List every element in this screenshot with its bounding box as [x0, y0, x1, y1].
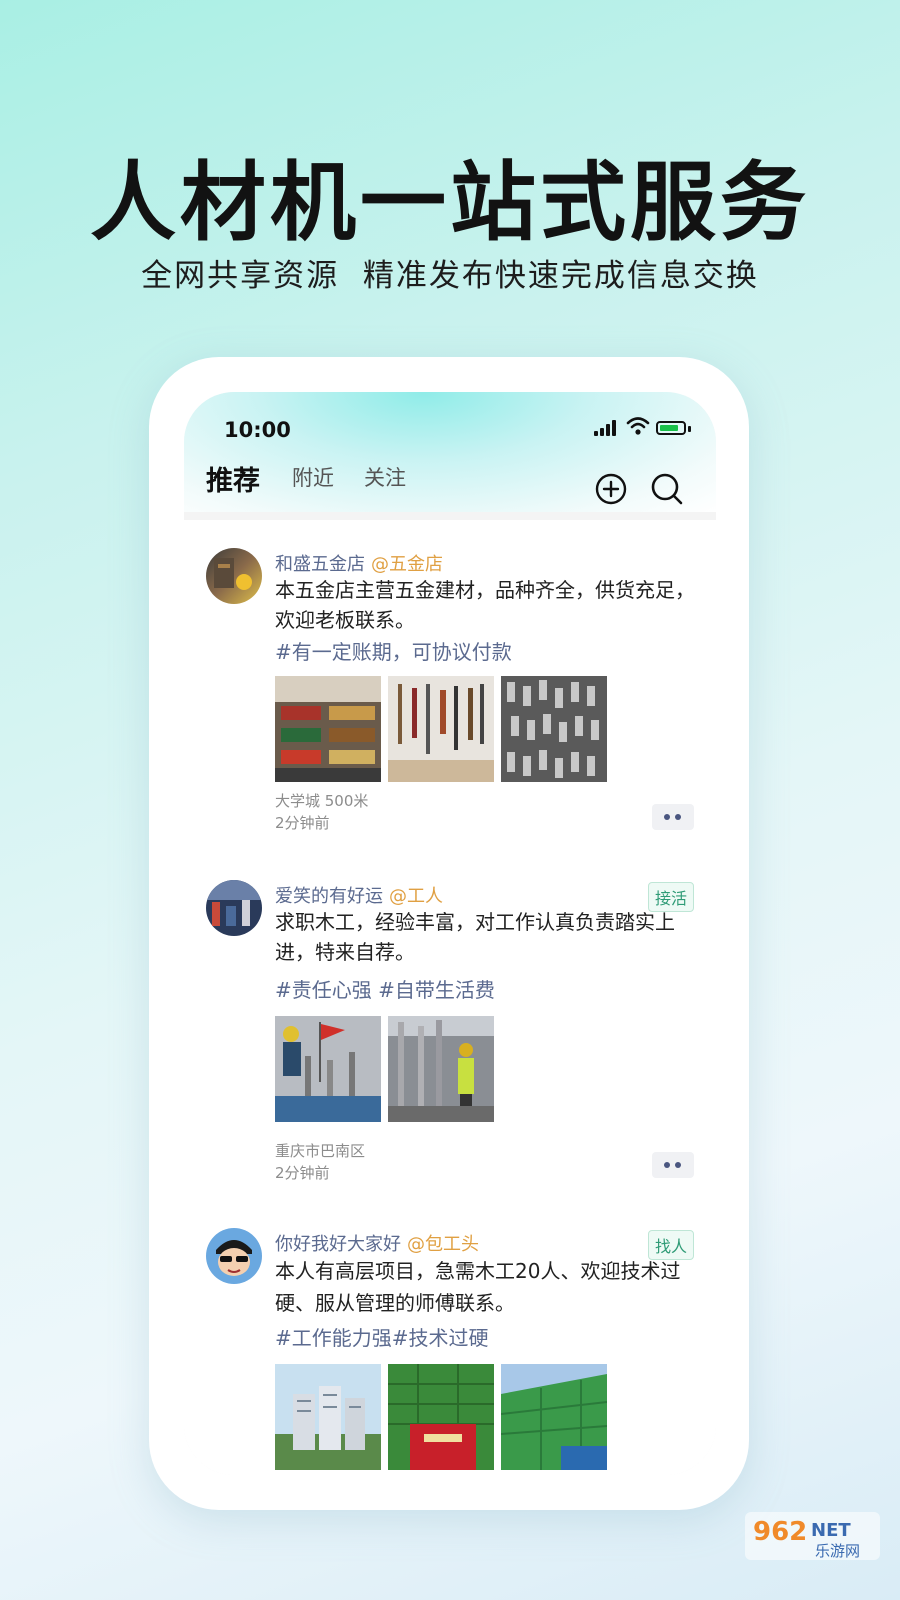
post-tags[interactable]: #责任心强 #自带生活费 — [275, 974, 495, 1003]
post-photo[interactable] — [388, 1016, 494, 1122]
avatar[interactable] — [206, 880, 262, 936]
phone-screen: 10:00 推荐 附近 关注 和盛五金店 @五金店 本五金店主营五金建材，品种齐… — [184, 392, 716, 1475]
svg-text:乐游网: 乐游网 — [815, 1542, 860, 1560]
tab-following[interactable]: 关注 — [364, 462, 406, 492]
user-role: @包工头 — [407, 1234, 479, 1255]
post-location: 重庆市巴南区 — [275, 1142, 366, 1160]
post-photo[interactable] — [501, 676, 607, 782]
post-card[interactable]: 你好我好大家好 @包工头 找人 本人有高层项目，急需木工20人、欢迎技术过硬、服从… — [184, 1204, 716, 1475]
post-tags[interactable]: #有一定账期，可协议付款 — [275, 636, 512, 665]
more-options-button[interactable] — [652, 1152, 694, 1178]
avatar[interactable] — [206, 1228, 262, 1284]
tab-recommend[interactable]: 推荐 — [206, 459, 260, 498]
app-header: 10:00 推荐 附近 关注 — [184, 392, 716, 512]
tab-nearby[interactable]: 附近 — [292, 462, 334, 492]
post-photo[interactable] — [275, 676, 381, 782]
more-options-button[interactable] — [652, 804, 694, 830]
wifi-icon — [626, 417, 650, 435]
post-card[interactable]: 和盛五金店 @五金店 本五金店主营五金建材，品种齐全，供货充足，欢迎老板联系。 #… — [184, 520, 716, 857]
svg-text:962: 962 — [753, 1517, 807, 1547]
feed-list: 和盛五金店 @五金店 本五金店主营五金建材，品种齐全，供货充足，欢迎老板联系。 #… — [184, 520, 716, 1475]
post-tags[interactable]: #工作能力强#技术过硬 — [275, 1322, 489, 1351]
watermark-logo: 962 NET 乐游网 — [745, 1512, 880, 1560]
promo-headline: 人材机一站式服务 — [90, 153, 810, 253]
post-card[interactable]: 爱笑的有好运 @工人 接活 求职木工，经验丰富，对工作认真负责踏实上进，特来自荐。… — [184, 856, 716, 1205]
avatar[interactable] — [206, 548, 262, 604]
user-name[interactable]: 爱笑的有好运 — [275, 886, 383, 907]
post-text: 本人有高层项目，急需木工20人、欢迎技术过硬、服从管理的师傅联系。 — [275, 1259, 681, 1315]
signal-icon — [594, 420, 618, 436]
post-text: 本五金店主营五金建材，品种齐全，供货充足，欢迎老板联系。 — [275, 578, 695, 632]
post-photo[interactable] — [275, 1364, 381, 1470]
plus-circle-icon[interactable] — [594, 472, 628, 506]
user-role: @五金店 — [371, 554, 443, 575]
svg-text:NET: NET — [811, 1520, 851, 1541]
status-time: 10:00 — [224, 418, 291, 442]
user-role: @工人 — [389, 886, 443, 907]
post-photo[interactable] — [275, 1016, 381, 1122]
post-photo[interactable] — [388, 1364, 494, 1470]
post-photo[interactable] — [388, 676, 494, 782]
user-name[interactable]: 和盛五金店 — [275, 554, 365, 575]
promo-subline: 全网共享资源 精准发布快速完成信息交换 — [141, 258, 759, 294]
post-photo[interactable] — [501, 1364, 607, 1470]
post-time: 2分钟前 — [275, 1164, 330, 1182]
post-location: 大学城 500米 — [275, 792, 369, 810]
search-icon[interactable] — [650, 472, 684, 506]
post-time: 2分钟前 — [275, 814, 330, 832]
battery-icon — [656, 421, 686, 435]
user-name[interactable]: 你好我好大家好 — [275, 1234, 401, 1255]
post-text: 求职木工，经验丰富，对工作认真负责踏实上进，特来自荐。 — [275, 910, 675, 964]
